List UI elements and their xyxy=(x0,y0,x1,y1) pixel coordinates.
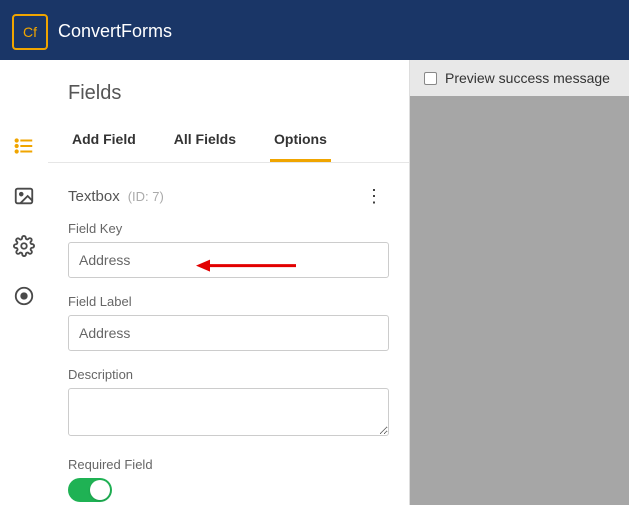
field-id: (ID: 7) xyxy=(128,189,164,204)
fields-panel: Fields Add Field All Fields Options Text… xyxy=(48,60,410,505)
brand-logo: Cf xyxy=(12,14,48,50)
required-label: Required Field xyxy=(68,457,389,472)
preview-area: Preview success message xyxy=(410,60,629,505)
field-header: Textbox (ID: 7) ⋮ xyxy=(48,163,409,211)
tab-options[interactable]: Options xyxy=(270,123,331,162)
tab-add-field[interactable]: Add Field xyxy=(68,123,140,162)
panel-title: Fields xyxy=(48,60,409,123)
left-rail xyxy=(0,60,48,505)
field-label-input[interactable] xyxy=(68,315,389,351)
required-toggle[interactable] xyxy=(68,478,112,502)
image-icon[interactable] xyxy=(13,185,35,207)
field-key-input[interactable] xyxy=(68,242,389,278)
target-icon[interactable] xyxy=(13,285,35,307)
gear-icon[interactable] xyxy=(13,235,35,257)
tab-all-fields[interactable]: All Fields xyxy=(170,123,240,162)
brand-name: ConvertForms xyxy=(58,21,172,42)
description-label: Description xyxy=(68,367,389,382)
field-label-label: Field Label xyxy=(68,294,389,309)
top-bar: Cf ConvertForms xyxy=(0,0,629,60)
preview-success-label: Preview success message xyxy=(445,70,610,86)
field-key-label: Field Key xyxy=(68,221,389,236)
toggle-knob xyxy=(90,480,110,500)
fields-icon[interactable] xyxy=(13,135,35,157)
tabs: Add Field All Fields Options xyxy=(48,123,409,163)
description-input[interactable] xyxy=(68,388,389,436)
field-type: Textbox xyxy=(68,188,120,205)
preview-success-checkbox[interactable] xyxy=(424,72,437,85)
more-menu-icon[interactable]: ⋮ xyxy=(359,185,389,207)
preview-bar: Preview success message xyxy=(410,60,629,96)
